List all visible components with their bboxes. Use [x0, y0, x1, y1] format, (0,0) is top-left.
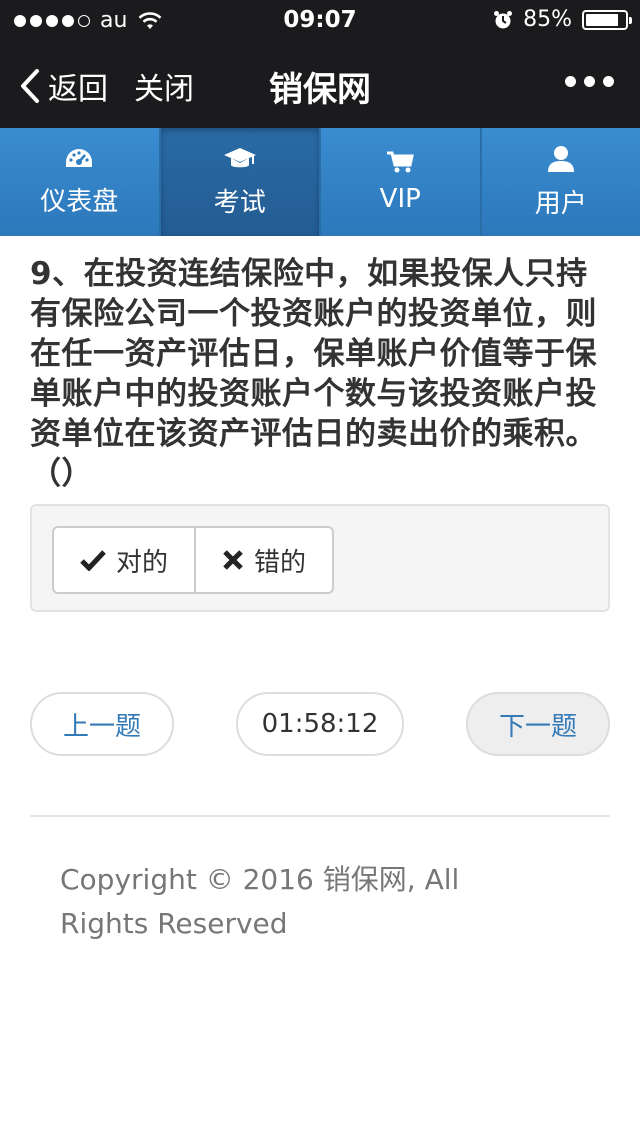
back-button[interactable]: 返回 [20, 64, 108, 108]
tab-dashboard[interactable]: 仪表盘 [0, 128, 161, 236]
answer-true-label: 对的 [116, 547, 169, 578]
dashboard-icon [66, 148, 93, 167]
footer-divider [30, 815, 610, 817]
answer-button-group: 对的 错的 [52, 526, 335, 594]
tab-label: 考试 [213, 187, 266, 218]
battery-percent: 85% [523, 7, 572, 32]
next-question-button[interactable]: 下一题 [466, 692, 610, 756]
tab-user[interactable]: 用户 [481, 128, 640, 236]
user-icon [547, 145, 574, 172]
tab-vip[interactable]: VIP [321, 128, 482, 236]
answer-true-button[interactable]: 对的 [52, 526, 197, 594]
back-label: 返回 [48, 72, 108, 107]
battery-icon [582, 9, 632, 30]
tab-label: 用户 [534, 188, 587, 219]
prev-question-button[interactable]: 上一题 [30, 692, 174, 756]
tab-label: 仪表盘 [40, 186, 119, 217]
answer-panel: 对的 错的 [30, 504, 610, 612]
status-right: 85% [493, 7, 632, 32]
status-bar: au 09:07 85% [0, 0, 640, 40]
close-button[interactable]: 关闭 [134, 64, 194, 108]
question-text: 9、在投资连结保险中，如果投保人只持有保险公司一个投资账户的投资单位，则在任一资… [30, 256, 597, 492]
answer-false-button[interactable]: 错的 [196, 526, 335, 594]
chevron-left-icon [21, 69, 39, 103]
alarm-clock-icon [494, 10, 513, 28]
main-tabs: 仪表盘 考试 VIP 用户 [0, 128, 640, 236]
navbar: 返回 关闭 销保网 [0, 40, 640, 128]
graduation-cap-icon [223, 147, 256, 167]
cart-icon [387, 151, 415, 173]
more-icon[interactable] [565, 76, 614, 87]
close-icon [223, 550, 243, 570]
answer-false-label: 错的 [254, 547, 307, 578]
copyright-text: Copyright © 2016 销保网, All Rights Reserve… [60, 863, 460, 940]
tab-exam[interactable]: 考试 [160, 128, 321, 236]
exam-timer: 01:58:12 [236, 692, 404, 756]
check-icon [80, 550, 106, 571]
tab-label: VIP [379, 184, 421, 214]
